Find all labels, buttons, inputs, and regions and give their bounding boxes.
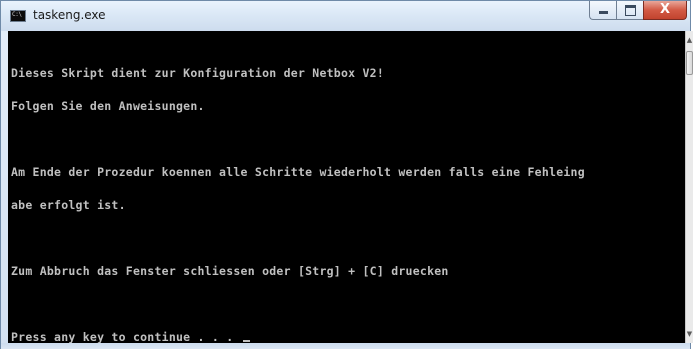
console-line: Am Ende der Prozedur koennen alle Schrit…	[11, 165, 585, 179]
console-output[interactable]: Dieses Skript dient zur Konfiguration de…	[8, 31, 685, 343]
console-window: C:\ taskeng.exe X Dieses Skript dient zu…	[0, 0, 693, 349]
console-line: Dieses Skript dient zur Konfiguration de…	[11, 66, 385, 80]
console-line-blank	[11, 233, 684, 244]
scroll-up-arrow-icon[interactable]: ▲	[686, 33, 693, 47]
maximize-icon	[625, 5, 636, 16]
console-prompt-line: Press any key to continue . . .	[11, 330, 684, 343]
window-bottom-border	[1, 343, 690, 349]
title-bar[interactable]: C:\ taskeng.exe X	[1, 1, 690, 31]
console-line: Folgen Sie den Anweisungen.	[11, 99, 205, 113]
window-title: taskeng.exe	[33, 8, 106, 22]
console-text: Dieses Skript dient zur Konfiguration de…	[11, 46, 684, 343]
app-icon-text: C:\	[12, 11, 22, 18]
close-button[interactable]: X	[643, 1, 687, 20]
window-controls: X	[589, 1, 687, 21]
minimize-icon	[599, 11, 608, 14]
close-icon: X	[659, 2, 671, 17]
scroll-down-arrow-icon[interactable]: ▼	[686, 327, 693, 341]
text-cursor	[242, 340, 250, 342]
console-line-blank	[11, 299, 684, 310]
vertical-scrollbar[interactable]: ▲ ▼	[685, 31, 693, 343]
maximize-button[interactable]	[616, 1, 643, 20]
console-app-icon[interactable]: C:\	[10, 10, 26, 22]
minimize-button[interactable]	[589, 1, 616, 20]
scrollbar-thumb[interactable]	[686, 51, 693, 75]
console-line: Zum Abbruch das Fenster schliessen oder …	[11, 264, 449, 278]
console-line-blank	[11, 134, 684, 145]
console-prompt-text: Press any key to continue . . .	[11, 330, 241, 343]
console-line: abe erfolgt ist.	[11, 198, 126, 212]
